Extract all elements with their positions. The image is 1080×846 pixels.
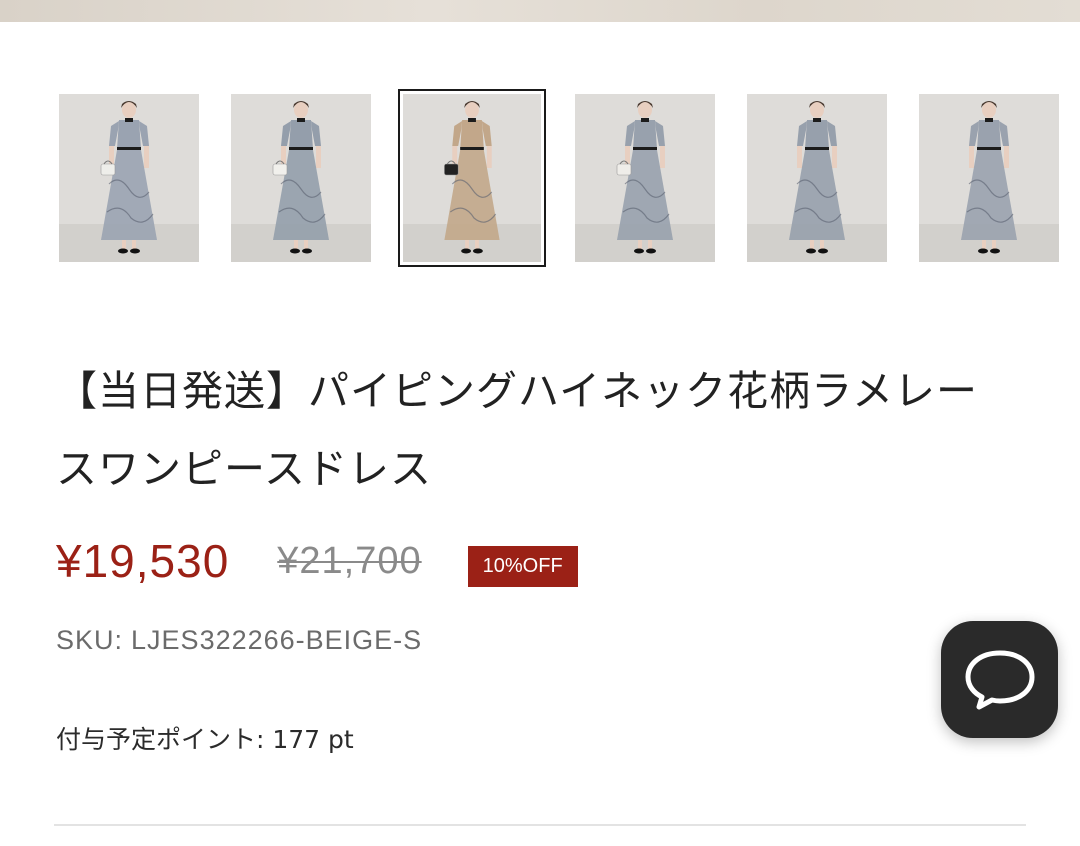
sku-label: SKU: xyxy=(56,625,124,655)
model-left-leg xyxy=(294,240,298,250)
right-shoe xyxy=(818,248,828,254)
thumbnail-gallery xyxy=(0,0,1080,280)
chat-button[interactable] xyxy=(941,621,1058,738)
dress-bodice xyxy=(460,120,484,149)
model-left-leg xyxy=(465,240,470,250)
model-photo xyxy=(575,94,715,262)
model-right-arm xyxy=(486,146,492,168)
reward-points: 付与予定ポイント: 177 pt xyxy=(56,725,354,754)
discount-badge: 10%OFF xyxy=(467,545,578,587)
waist-piping xyxy=(977,147,1001,150)
thumbnail-2[interactable] xyxy=(231,94,371,262)
original-price: ¥21,700 xyxy=(277,539,422,582)
left-shoe xyxy=(806,248,816,254)
thumbnail-5[interactable] xyxy=(747,94,887,262)
model-right-leg xyxy=(304,240,308,250)
right-shoe xyxy=(472,248,483,254)
dress-bodice xyxy=(117,120,141,149)
price-row: ¥19,530 ¥21,700 10%OFF xyxy=(56,530,578,592)
left-shoe xyxy=(978,248,988,254)
model-photo xyxy=(747,94,887,262)
thumbnail-6[interactable] xyxy=(919,94,1059,262)
model-left-leg xyxy=(810,240,814,250)
waist-piping xyxy=(117,147,141,150)
thumbnail-1[interactable] xyxy=(59,94,199,262)
left-shoe xyxy=(461,248,472,254)
model-left-arm xyxy=(797,146,802,168)
collar-piping xyxy=(468,118,476,122)
handbag xyxy=(616,163,632,176)
model-right-leg xyxy=(820,240,824,250)
right-shoe xyxy=(990,248,1000,254)
waist-piping xyxy=(460,147,484,150)
sale-price: ¥19,530 xyxy=(56,535,230,587)
handbag xyxy=(100,163,116,176)
model-right-arm xyxy=(832,146,837,168)
model-photo xyxy=(403,94,541,262)
collar-piping xyxy=(985,118,993,122)
thumbnail-3-selected[interactable] xyxy=(398,89,546,267)
sku-value: LJES322266-BEIGE-S xyxy=(131,625,423,655)
collar-piping xyxy=(297,118,305,122)
model-head xyxy=(294,102,308,118)
model-right-leg xyxy=(648,240,652,250)
model-photo xyxy=(231,94,371,262)
handbag xyxy=(272,163,288,176)
model-right-arm xyxy=(1004,146,1009,168)
thumbnail-4[interactable] xyxy=(575,94,715,262)
collar-piping xyxy=(125,118,133,122)
waist-piping xyxy=(289,147,313,150)
right-shoe xyxy=(646,248,656,254)
model-head xyxy=(638,102,652,118)
model-photo xyxy=(59,94,199,262)
model-right-arm xyxy=(144,146,149,168)
model-left-leg xyxy=(122,240,126,250)
model-head xyxy=(982,102,996,118)
product-title: 【当日発送】パイピングハイネック花柄ラメレースワンピースドレス xyxy=(56,367,978,493)
chat-bubble-icon xyxy=(965,650,1034,709)
model-head xyxy=(122,102,136,118)
model-left-leg xyxy=(982,240,986,250)
model-left-arm xyxy=(969,146,974,168)
dress-bodice xyxy=(805,120,829,149)
dress-bodice xyxy=(977,120,1001,149)
left-shoe xyxy=(118,248,128,254)
model-photo xyxy=(919,94,1059,262)
model-right-leg xyxy=(474,240,479,250)
dress-bodice xyxy=(289,120,313,149)
left-shoe xyxy=(634,248,644,254)
model-right-leg xyxy=(132,240,136,250)
model-right-leg xyxy=(992,240,996,250)
collar-piping xyxy=(813,118,821,122)
right-shoe xyxy=(130,248,140,254)
model-head xyxy=(465,102,479,118)
model-right-arm xyxy=(660,146,665,168)
waist-piping xyxy=(805,147,829,150)
section-divider xyxy=(54,824,1026,826)
handbag xyxy=(444,163,459,176)
model-right-arm xyxy=(316,146,321,168)
waist-piping xyxy=(633,147,657,150)
dress-bodice xyxy=(633,120,657,149)
model-head xyxy=(810,102,824,118)
left-shoe xyxy=(290,248,300,254)
model-left-leg xyxy=(638,240,642,250)
sku-line: SKU: LJES322266-BEIGE-S xyxy=(56,625,422,656)
right-shoe xyxy=(302,248,312,254)
collar-piping xyxy=(641,118,649,122)
